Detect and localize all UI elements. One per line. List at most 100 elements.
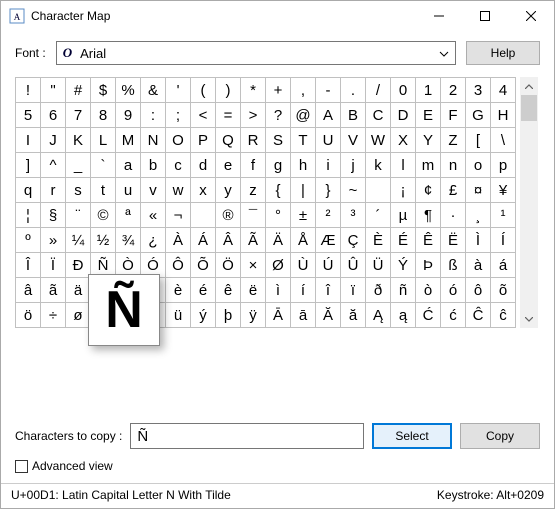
character-cell[interactable]: î [316,278,341,303]
character-cell[interactable]: L [91,128,116,153]
character-cell[interactable]: ą [391,303,416,328]
character-cell[interactable]: ā [291,303,316,328]
character-cell[interactable]: ¨ [66,203,91,228]
character-cell[interactable]: á [491,253,516,278]
character-cell[interactable]: ( [191,78,216,103]
character-cell[interactable]: f [241,153,266,178]
character-cell[interactable]: È [366,228,391,253]
character-cell[interactable]: ) [216,78,241,103]
character-cell[interactable]: Ĉ [466,303,491,328]
character-cell[interactable]: Ë [441,228,466,253]
character-cell[interactable]: ñ [391,278,416,303]
character-cell[interactable]: , [291,78,316,103]
character-cell[interactable]: ? [266,103,291,128]
character-cell[interactable]: ë [241,278,266,303]
character-cell[interactable]: F [441,103,466,128]
character-cell[interactable]: ¹ [491,203,516,228]
character-cell[interactable]: ø [66,303,91,328]
character-cell[interactable]: \ [491,128,516,153]
character-cell[interactable]: J [41,128,66,153]
character-cell[interactable]: 9 [116,103,141,128]
scroll-thumb[interactable] [521,95,537,121]
character-cell[interactable]: ï [341,278,366,303]
character-cell[interactable]: Z [441,128,466,153]
character-cell[interactable]: c [166,153,191,178]
character-cell[interactable]: Ą [366,303,391,328]
character-cell[interactable]: ô [466,278,491,303]
character-cell[interactable]: ¡ [391,178,416,203]
character-cell[interactable]: Å [291,228,316,253]
character-cell[interactable]: [ [466,128,491,153]
character-cell[interactable]: 5 [16,103,41,128]
character-cell[interactable]: ¶ [416,203,441,228]
character-cell[interactable]: Î [16,253,41,278]
character-cell[interactable]: A [316,103,341,128]
character-cell[interactable]: ´ [366,203,391,228]
character-cell[interactable]: Q [216,128,241,153]
character-cell[interactable]: r [41,178,66,203]
character-cell[interactable]: » [41,228,66,253]
character-cell[interactable]: Â [216,228,241,253]
copy-button[interactable]: Copy [460,423,540,449]
character-cell[interactable]: + [266,78,291,103]
character-cell[interactable]: T [291,128,316,153]
character-cell[interactable]: z [241,178,266,203]
character-cell[interactable]: . [341,78,366,103]
character-cell[interactable]: Ä [266,228,291,253]
character-cell[interactable]: û [141,303,166,328]
character-cell[interactable]: í [291,278,316,303]
character-cell[interactable]: / [366,78,391,103]
character-cell[interactable]: é [191,278,216,303]
character-cell[interactable]: & [141,78,166,103]
character-cell[interactable]: µ [391,203,416,228]
character-cell[interactable]: Ü [366,253,391,278]
character-cell[interactable]: ¬ [166,203,191,228]
character-cell[interactable]: ^ [41,153,66,178]
character-cell[interactable]: U [316,128,341,153]
character-cell[interactable]: u [116,178,141,203]
character-cell[interactable]: D [391,103,416,128]
character-cell[interactable]: Ç [341,228,366,253]
character-cell[interactable]: W [366,128,391,153]
character-cell[interactable]: þ [216,303,241,328]
character-cell[interactable]: 4 [491,78,516,103]
character-cell[interactable]: ĉ [491,303,516,328]
character-cell[interactable]: V [341,128,366,153]
help-button[interactable]: Help [466,41,540,65]
character-cell[interactable]: H [491,103,516,128]
character-cell[interactable]: · [441,203,466,228]
character-cell[interactable]: Ò [116,253,141,278]
character-cell[interactable]: â [16,278,41,303]
character-cell[interactable]: t [91,178,116,203]
character-cell[interactable]: M [116,128,141,153]
character-cell[interactable]: C [366,103,391,128]
character-cell[interactable]: ² [316,203,341,228]
character-cell[interactable]: Ć [416,303,441,328]
character-cell[interactable]: ¿ [141,228,166,253]
scroll-down-button[interactable] [520,310,538,328]
character-cell[interactable]: n [441,153,466,178]
character-cell[interactable]: è [166,278,191,303]
character-cell[interactable]: Ø [266,253,291,278]
character-cell[interactable]: @ [291,103,316,128]
character-cell[interactable]: £ [441,178,466,203]
character-cell[interactable]: P [191,128,216,153]
character-cell[interactable]: Ù [291,253,316,278]
character-cell[interactable]: ì [266,278,291,303]
font-select[interactable]: O Arial [56,41,456,65]
character-cell[interactable]: ° [266,203,291,228]
character-cell[interactable]: Ì [466,228,491,253]
character-cell[interactable]: Ú [316,253,341,278]
character-cell[interactable]: ] [16,153,41,178]
advanced-checkbox[interactable] [15,460,28,473]
character-cell[interactable]: S [266,128,291,153]
character-cell[interactable]: } [316,178,341,203]
character-cell[interactable]: Ö [216,253,241,278]
character-cell[interactable]: _ [66,153,91,178]
character-cell[interactable]: ć [441,303,466,328]
character-cell[interactable]: ð [366,278,391,303]
character-cell[interactable]: 0 [391,78,416,103]
character-cell[interactable]: k [366,153,391,178]
character-cell[interactable]: ½ [91,228,116,253]
character-cell[interactable]: ¼ [66,228,91,253]
